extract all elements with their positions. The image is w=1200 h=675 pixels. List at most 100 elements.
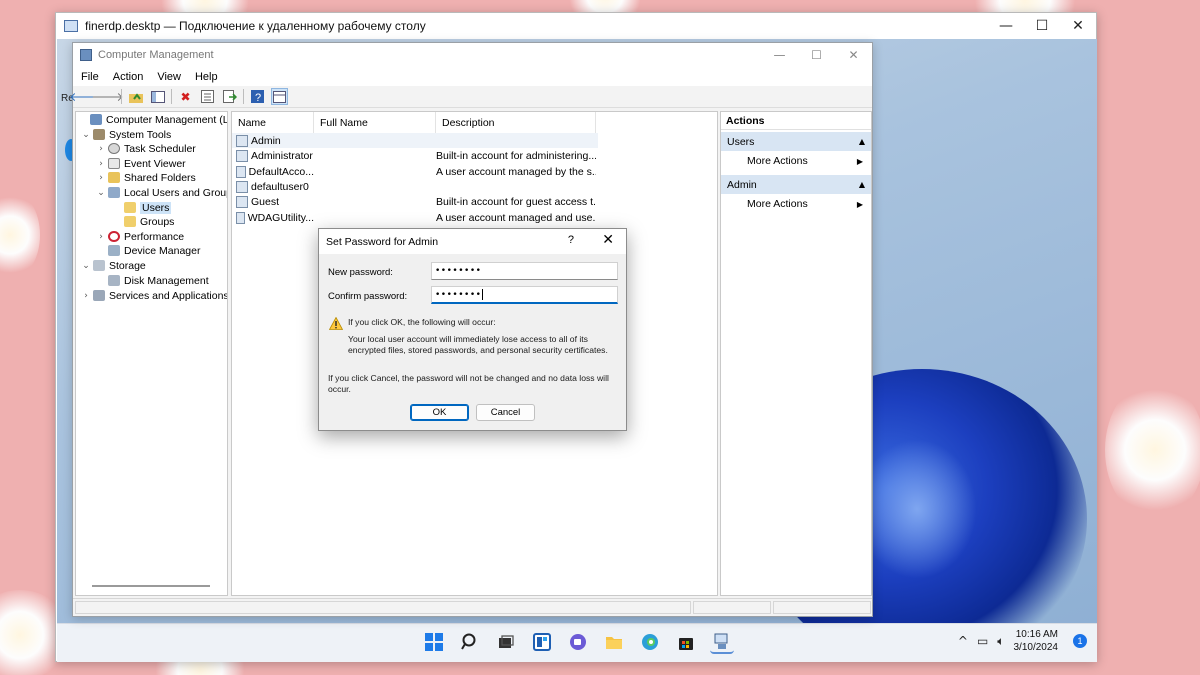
tree-item-system-tools[interactable]: ⌄ System Tools: [81, 127, 171, 142]
menu-help[interactable]: Help: [195, 71, 218, 83]
chevron-right-icon[interactable]: ›: [96, 232, 106, 242]
toolbar: 🡐 🡒 ✖ ?: [69, 86, 872, 108]
tree-item-label: Users: [140, 201, 172, 214]
store-icon[interactable]: [674, 630, 698, 654]
clock-time: 10:16 AM: [1015, 629, 1058, 640]
minimize-button[interactable]: —: [988, 13, 1024, 39]
chevron-right-icon[interactable]: ›: [96, 173, 106, 183]
cancel-note-line: If you click Cancel, the password will n…: [328, 373, 609, 383]
tree-item-local-users-and-groups[interactable]: ⌄ Local Users and Groups: [96, 185, 227, 200]
user-row-admin[interactable]: Admin: [232, 133, 598, 148]
menu-view[interactable]: View: [157, 71, 181, 83]
forward-arrow-icon[interactable]: 🡒: [91, 88, 123, 105]
edge-icon[interactable]: [638, 630, 662, 654]
delete-icon[interactable]: ✖: [177, 88, 194, 105]
close-button[interactable]: ✕: [1060, 13, 1096, 39]
user-name: Administrator: [251, 149, 313, 162]
cm-title-bar[interactable]: Computer Management — ☐ ✕: [73, 43, 872, 67]
volume-icon[interactable]: 🔈︎: [997, 634, 1004, 649]
chevron-right-icon[interactable]: ›: [96, 144, 106, 154]
more-actions-label: More Actions: [747, 155, 808, 167]
tree-item-event-viewer[interactable]: › Event Viewer: [96, 156, 186, 171]
cancel-note-line: occur.: [328, 384, 351, 394]
cm-maximize-button[interactable]: ☐: [798, 43, 835, 67]
status-segment: [693, 601, 771, 614]
menu-file[interactable]: File: [81, 71, 99, 83]
services-icon: [93, 290, 105, 301]
computer-management-icon[interactable]: [710, 630, 734, 654]
notification-badge[interactable]: 1: [1073, 634, 1087, 648]
more-actions-admin[interactable]: More Actions ▶: [721, 194, 871, 214]
performance-icon: [108, 231, 120, 242]
chevron-right-icon[interactable]: ›: [96, 159, 106, 169]
column-header-full-name[interactable]: Full Name: [314, 112, 436, 133]
widgets-icon[interactable]: [530, 630, 554, 654]
collapse-triangle-icon[interactable]: ▲: [859, 180, 865, 189]
tree-item-label: System Tools: [109, 128, 172, 141]
tree-item-performance[interactable]: › Performance: [96, 229, 184, 244]
tree-item-task-scheduler[interactable]: › Task Scheduler: [96, 141, 196, 156]
dialog-title-bar[interactable]: Set Password for Admin ? ✕: [319, 229, 626, 254]
new-password-value: ••••••••: [435, 266, 482, 276]
text-caret: [482, 289, 484, 300]
tree-item-groups[interactable]: Groups: [112, 214, 174, 229]
show-hide-tree-icon[interactable]: [149, 88, 166, 105]
cancel-button[interactable]: Cancel: [476, 404, 535, 421]
properties-icon[interactable]: [199, 88, 216, 105]
tree-item-storage[interactable]: ⌄ Storage: [81, 258, 146, 273]
tree-item-label: Shared Folders: [124, 171, 196, 184]
warning-body-line: Your local user account will immediately…: [348, 334, 588, 344]
ok-button[interactable]: OK: [410, 404, 469, 421]
tree-item-label: Groups: [140, 215, 175, 228]
chevron-down-icon[interactable]: ⌄: [81, 130, 91, 140]
actions-section-users[interactable]: Users ▲: [721, 132, 871, 151]
column-header-name[interactable]: Name: [232, 112, 314, 133]
cm-minimize-button[interactable]: —: [761, 43, 798, 67]
windows-start-icon[interactable]: [422, 630, 446, 654]
user-row-wdagutility[interactable]: WDAGUtility... A user account managed an…: [232, 210, 596, 225]
chevron-down-icon[interactable]: ⌄: [81, 261, 91, 271]
tree-item-users[interactable]: Users: [112, 200, 172, 215]
storage-icon: [93, 260, 105, 271]
help-button[interactable]: ?: [568, 234, 574, 246]
user-row-administrator[interactable]: Administrator Built-in account for admin…: [232, 148, 596, 163]
chevron-down-icon[interactable]: ⌄: [96, 188, 106, 198]
clock[interactable]: 10:16 AM 3/10/2024: [1014, 628, 1059, 654]
chevron-right-icon[interactable]: ›: [81, 291, 91, 301]
user-description: Built-in account for administering...: [436, 149, 596, 162]
chevron-up-icon[interactable]: ^: [958, 634, 968, 648]
user-row-defaultaccount[interactable]: DefaultAcco... A user account managed by…: [232, 164, 596, 179]
menu-action[interactable]: Action: [113, 71, 144, 83]
tree-item-computer-management[interactable]: Computer Management (Local: [78, 112, 227, 127]
tree-item-shared-folders[interactable]: › Shared Folders: [96, 170, 196, 185]
collapse-triangle-icon[interactable]: ▲: [859, 137, 865, 146]
search-icon[interactable]: [458, 630, 482, 654]
rdp-title-bar[interactable]: finerdp.desktp — Подключение к удаленном…: [56, 13, 1096, 39]
user-description: A user account managed by the s...: [436, 165, 596, 178]
up-folder-icon[interactable]: [127, 88, 144, 105]
actions-header: Actions: [721, 112, 871, 130]
help-icon[interactable]: ?: [249, 88, 266, 105]
cm-close-button[interactable]: ✕: [835, 43, 872, 67]
task-view-icon[interactable]: [494, 630, 518, 654]
tree-horizontal-scrollbar[interactable]: [92, 585, 210, 587]
tree-item-services-and-applications[interactable]: › Services and Applications: [81, 288, 227, 303]
rdp-window-title: finerdp.desktp — Подключение к удаленном…: [85, 19, 426, 33]
dialog-close-icon[interactable]: ✕: [602, 232, 614, 248]
column-header-description[interactable]: Description: [436, 112, 596, 133]
tree-item-disk-management[interactable]: Disk Management: [96, 273, 209, 288]
user-row-guest[interactable]: Guest Built-in account for guest access …: [232, 194, 596, 209]
user-row-defaultuser0[interactable]: defaultuser0: [232, 179, 596, 194]
new-password-field[interactable]: ••••••••: [431, 262, 618, 280]
file-explorer-icon[interactable]: [602, 630, 626, 654]
more-actions-users[interactable]: More Actions ▶: [721, 151, 871, 171]
confirm-password-field[interactable]: ••••••••: [431, 286, 618, 304]
actions-section-admin[interactable]: Admin ▲: [721, 175, 871, 194]
network-icon[interactable]: ▭: [977, 634, 988, 648]
export-list-icon[interactable]: [221, 88, 238, 105]
chat-icon[interactable]: [566, 630, 590, 654]
tree-item-device-manager[interactable]: Device Manager: [96, 243, 200, 258]
status-segment: [773, 601, 871, 614]
mmc-view-icon[interactable]: [271, 88, 288, 105]
maximize-button[interactable]: ☐: [1024, 13, 1060, 39]
